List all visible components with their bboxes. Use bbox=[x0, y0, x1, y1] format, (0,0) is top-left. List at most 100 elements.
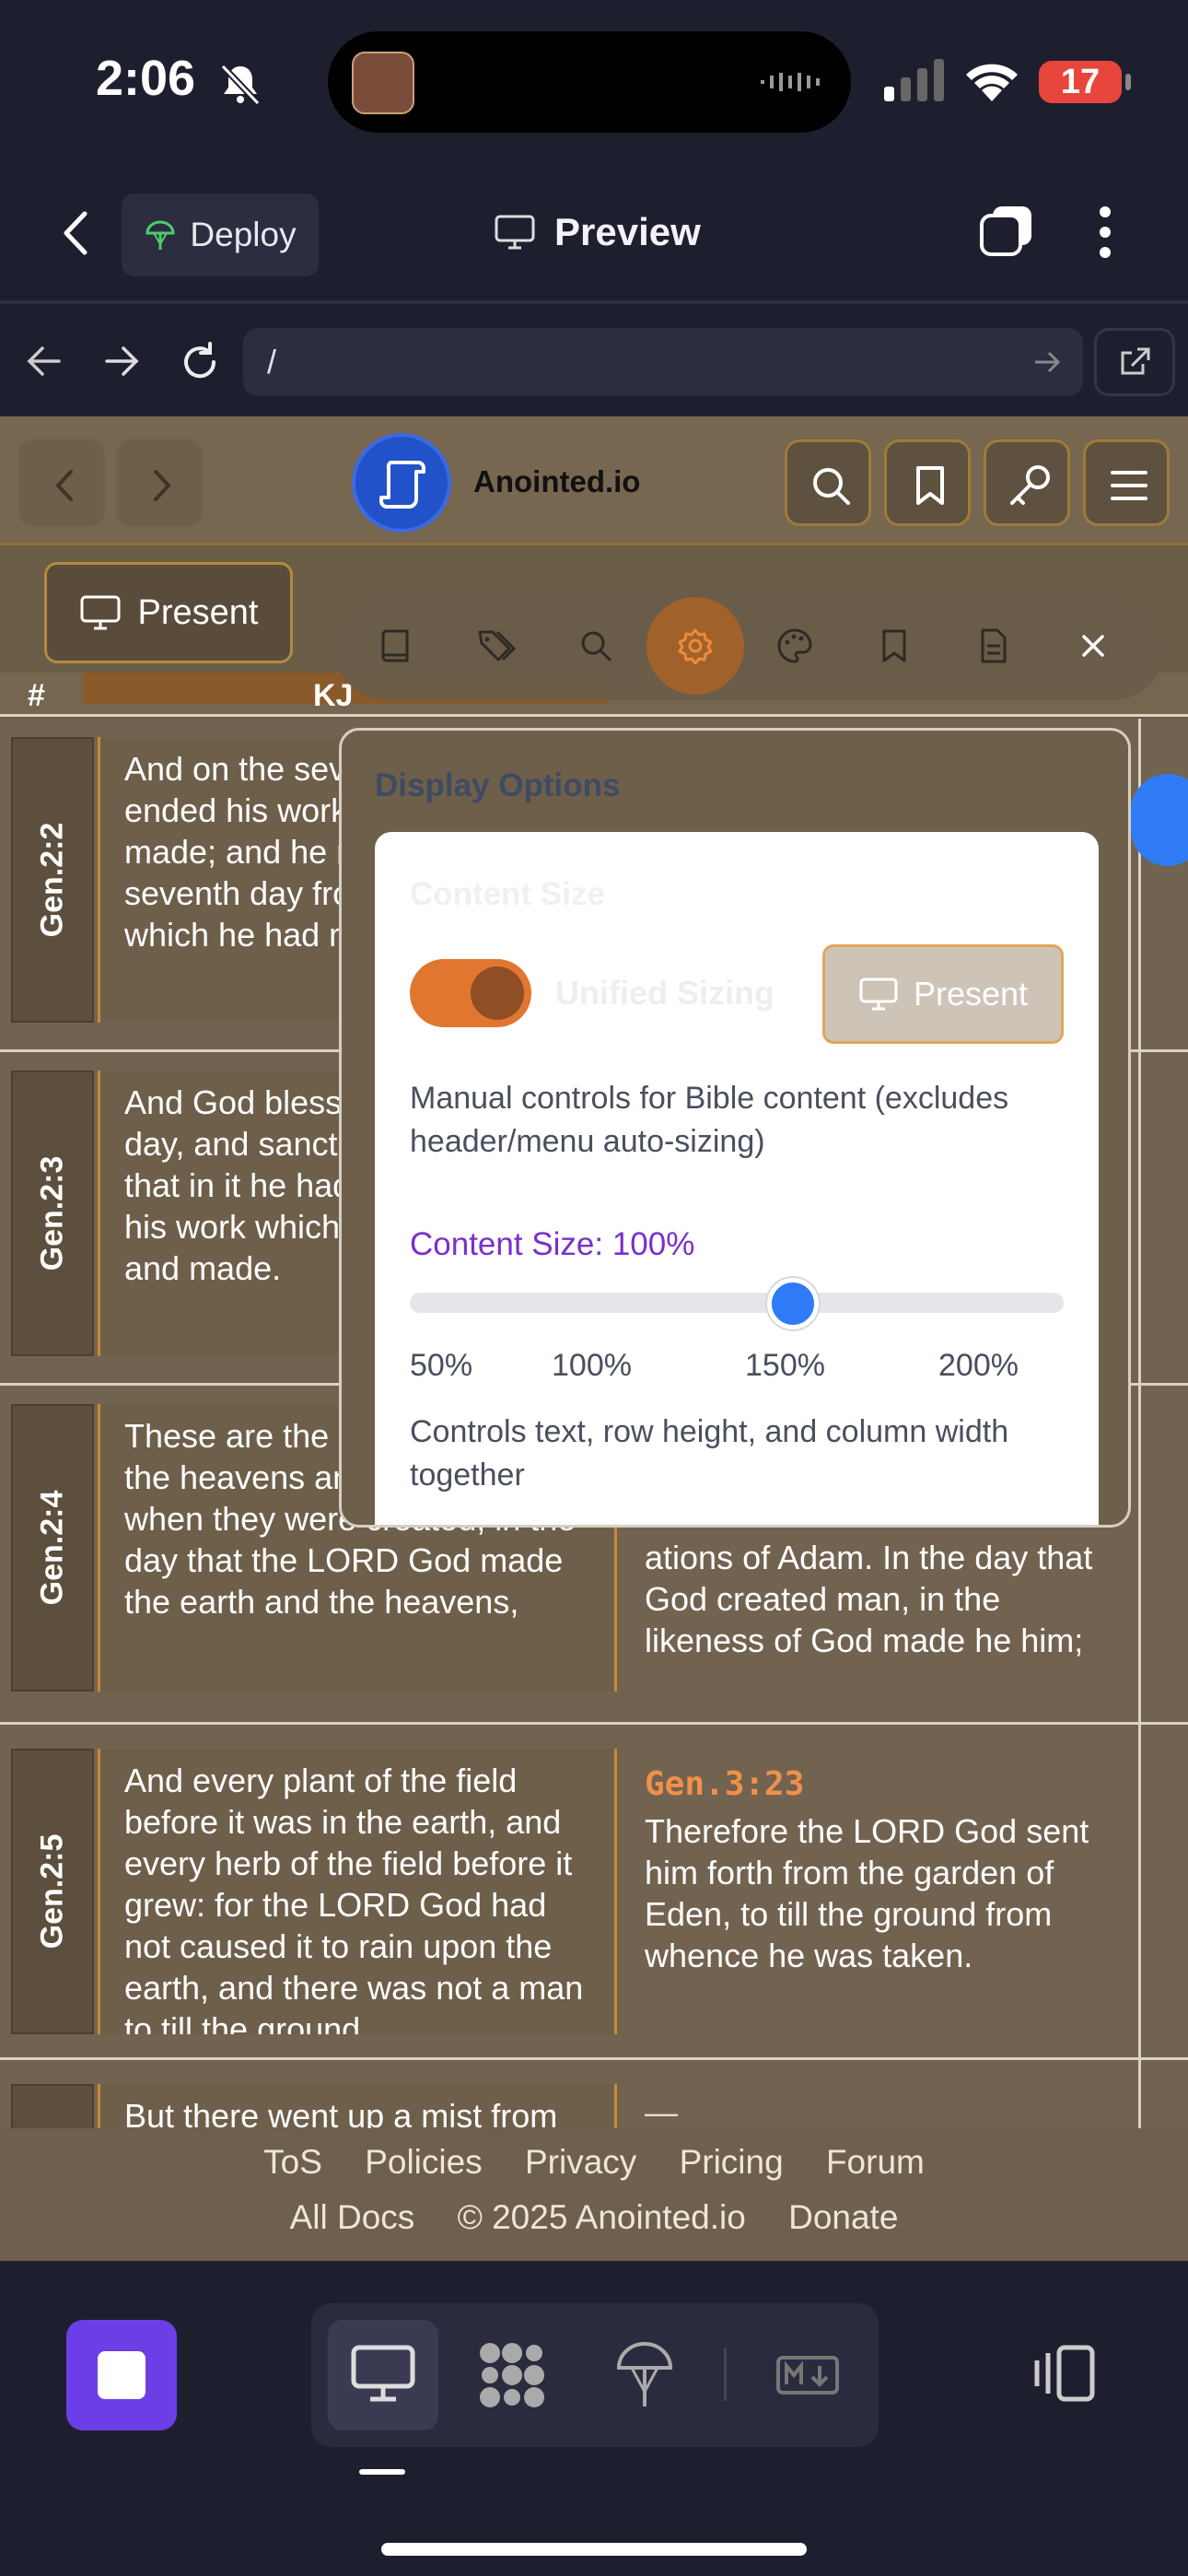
column-header-version: KJ bbox=[313, 678, 354, 713]
tool-close[interactable] bbox=[1044, 597, 1142, 695]
tool-book[interactable] bbox=[348, 597, 446, 695]
audio-waveform-icon bbox=[761, 73, 820, 91]
deploy-icon bbox=[146, 220, 175, 250]
content-size-card: Content Size Unified Sizing Present Manu… bbox=[375, 832, 1099, 1525]
prev-chapter-button[interactable] bbox=[18, 439, 105, 526]
footer-link-docs[interactable]: All Docs bbox=[290, 2198, 415, 2236]
footer-link-privacy[interactable]: Privacy bbox=[525, 2143, 636, 2181]
cross-reference-text: Therefore the LORD God sent him forth fr… bbox=[645, 1812, 1089, 1974]
column-divider bbox=[1138, 1386, 1141, 1725]
back-chevron-icon[interactable] bbox=[59, 210, 92, 256]
monitor-icon bbox=[495, 215, 535, 250]
verse-ref-cell[interactable]: Gen.2:5 bbox=[11, 1749, 94, 2034]
monitor-icon bbox=[80, 595, 121, 630]
unified-sizing-toggle[interactable] bbox=[410, 959, 531, 1027]
slider-thumb[interactable] bbox=[766, 1278, 819, 1329]
verse-ref-cell[interactable]: Gen.2:2 bbox=[11, 737, 94, 1023]
key-icon bbox=[1010, 465, 1050, 505]
side-handle[interactable] bbox=[1131, 774, 1188, 866]
tool-notes[interactable] bbox=[945, 597, 1042, 695]
card-title: Content Size bbox=[410, 876, 605, 912]
split-view-icon[interactable] bbox=[1031, 2344, 1098, 2403]
cross-reference-link[interactable]: Gen.3:23 bbox=[645, 1763, 1120, 1805]
reload-icon[interactable] bbox=[179, 341, 221, 383]
footer-link-forum[interactable]: Forum bbox=[826, 2143, 925, 2181]
deploy-button[interactable]: Deploy bbox=[122, 193, 319, 276]
nav-forward-icon[interactable] bbox=[103, 345, 140, 378]
footer-link-policies[interactable]: Policies bbox=[365, 2143, 483, 2181]
content-size-slider[interactable] bbox=[410, 1293, 1064, 1313]
popup-title: Display Options bbox=[375, 767, 621, 803]
search-icon bbox=[813, 468, 850, 505]
signal-icon bbox=[884, 59, 944, 101]
battery-indicator: 17 bbox=[1039, 61, 1122, 103]
column-header-hash: # bbox=[28, 678, 45, 713]
verse-ref-cell[interactable]: Gen.2:4 bbox=[11, 1404, 94, 1692]
site-footer: ToS Policies Privacy Pricing Forum All D… bbox=[0, 2128, 1188, 2261]
chevron-left-icon bbox=[55, 470, 73, 501]
bookmark-icon bbox=[882, 629, 906, 662]
tabs-switcher-icon[interactable] bbox=[978, 203, 1035, 260]
book-icon bbox=[381, 629, 409, 662]
tool-tags[interactable] bbox=[448, 597, 545, 695]
apps-grid-icon[interactable] bbox=[477, 2340, 547, 2410]
stop-button[interactable] bbox=[66, 2320, 177, 2430]
verse-ref-cell[interactable]: Gen.2:3 bbox=[11, 1071, 94, 1356]
verse-ref: Gen.2:4 bbox=[34, 1490, 70, 1606]
cross-reference-cell: Gen.3:23 Therefore the LORD God sent him… bbox=[623, 1751, 1142, 2027]
app-bar: Deploy Preview bbox=[0, 157, 1188, 304]
more-options-icon[interactable] bbox=[1094, 205, 1116, 260]
slider-footnote: Controls text, row height, and column wi… bbox=[410, 1414, 1009, 1493]
tags-icon bbox=[478, 630, 516, 662]
go-arrow-icon[interactable] bbox=[1033, 350, 1061, 374]
verse-ref: Gen.2:5 bbox=[34, 1833, 70, 1950]
status-bar: 2:06 17 bbox=[0, 0, 1188, 157]
site-name[interactable]: Anointed.io bbox=[473, 464, 640, 499]
search-button[interactable] bbox=[785, 439, 871, 526]
tool-theme[interactable] bbox=[746, 597, 844, 695]
gear-icon bbox=[678, 628, 713, 664]
present-button[interactable]: Present bbox=[44, 562, 293, 663]
table-row: Gen.2:5 And every plant of the field bef… bbox=[0, 1725, 1188, 2060]
tab-preview[interactable] bbox=[328, 2320, 438, 2430]
slider-tick-50: 50% bbox=[410, 1348, 473, 1383]
menu-button[interactable] bbox=[1083, 439, 1170, 526]
present-mode-button[interactable]: Present bbox=[822, 944, 1064, 1044]
cross-reference-cell: ations of Adam. In the day that God crea… bbox=[623, 1524, 1142, 1690]
preview-title: Preview bbox=[494, 210, 701, 254]
active-tab-indicator bbox=[359, 2469, 405, 2475]
key-button[interactable] bbox=[984, 439, 1070, 526]
footer-link-tos[interactable]: ToS bbox=[263, 2143, 322, 2181]
site-header: Anointed.io bbox=[0, 416, 1188, 545]
home-indicator bbox=[381, 2543, 807, 2556]
column-divider bbox=[1138, 1725, 1141, 2060]
url-input[interactable]: / bbox=[243, 328, 1083, 396]
nav-back-icon[interactable] bbox=[26, 345, 63, 378]
monitor-icon bbox=[351, 2345, 415, 2402]
deploy-icon[interactable] bbox=[615, 2340, 674, 2410]
tab-divider bbox=[724, 2348, 727, 2401]
tool-settings[interactable] bbox=[646, 597, 744, 695]
next-chapter-button[interactable] bbox=[116, 439, 203, 526]
cross-reference-text: ations of Adam. In the day that God crea… bbox=[645, 1539, 1093, 1659]
search-icon bbox=[581, 631, 611, 662]
markdown-icon[interactable] bbox=[775, 2355, 840, 2395]
footer-links-row1: ToS Policies Privacy Pricing Forum bbox=[0, 2143, 1188, 2182]
bookmark-button[interactable] bbox=[884, 439, 971, 526]
tool-search[interactable] bbox=[547, 597, 645, 695]
open-external-button[interactable] bbox=[1094, 328, 1175, 396]
tool-bookmark[interactable] bbox=[845, 597, 943, 695]
verse-text-cell: And every plant of the field before it w… bbox=[98, 1749, 617, 2034]
column-divider bbox=[1138, 1052, 1141, 1386]
content-size-label: Content Size: 100% bbox=[410, 1226, 695, 1262]
palette-icon bbox=[777, 628, 812, 663]
footer-link-pricing[interactable]: Pricing bbox=[680, 2143, 784, 2181]
content-size-description: Manual controls for Bible content (exclu… bbox=[410, 1081, 1009, 1159]
preview-label: Preview bbox=[554, 210, 701, 253]
bell-slash-icon bbox=[220, 64, 261, 106]
site-logo[interactable] bbox=[352, 433, 451, 533]
column-divider bbox=[1138, 719, 1141, 1052]
floating-toolbar bbox=[333, 591, 1166, 700]
present-label: Present bbox=[137, 592, 259, 632]
footer-link-donate[interactable]: Donate bbox=[788, 2198, 898, 2236]
